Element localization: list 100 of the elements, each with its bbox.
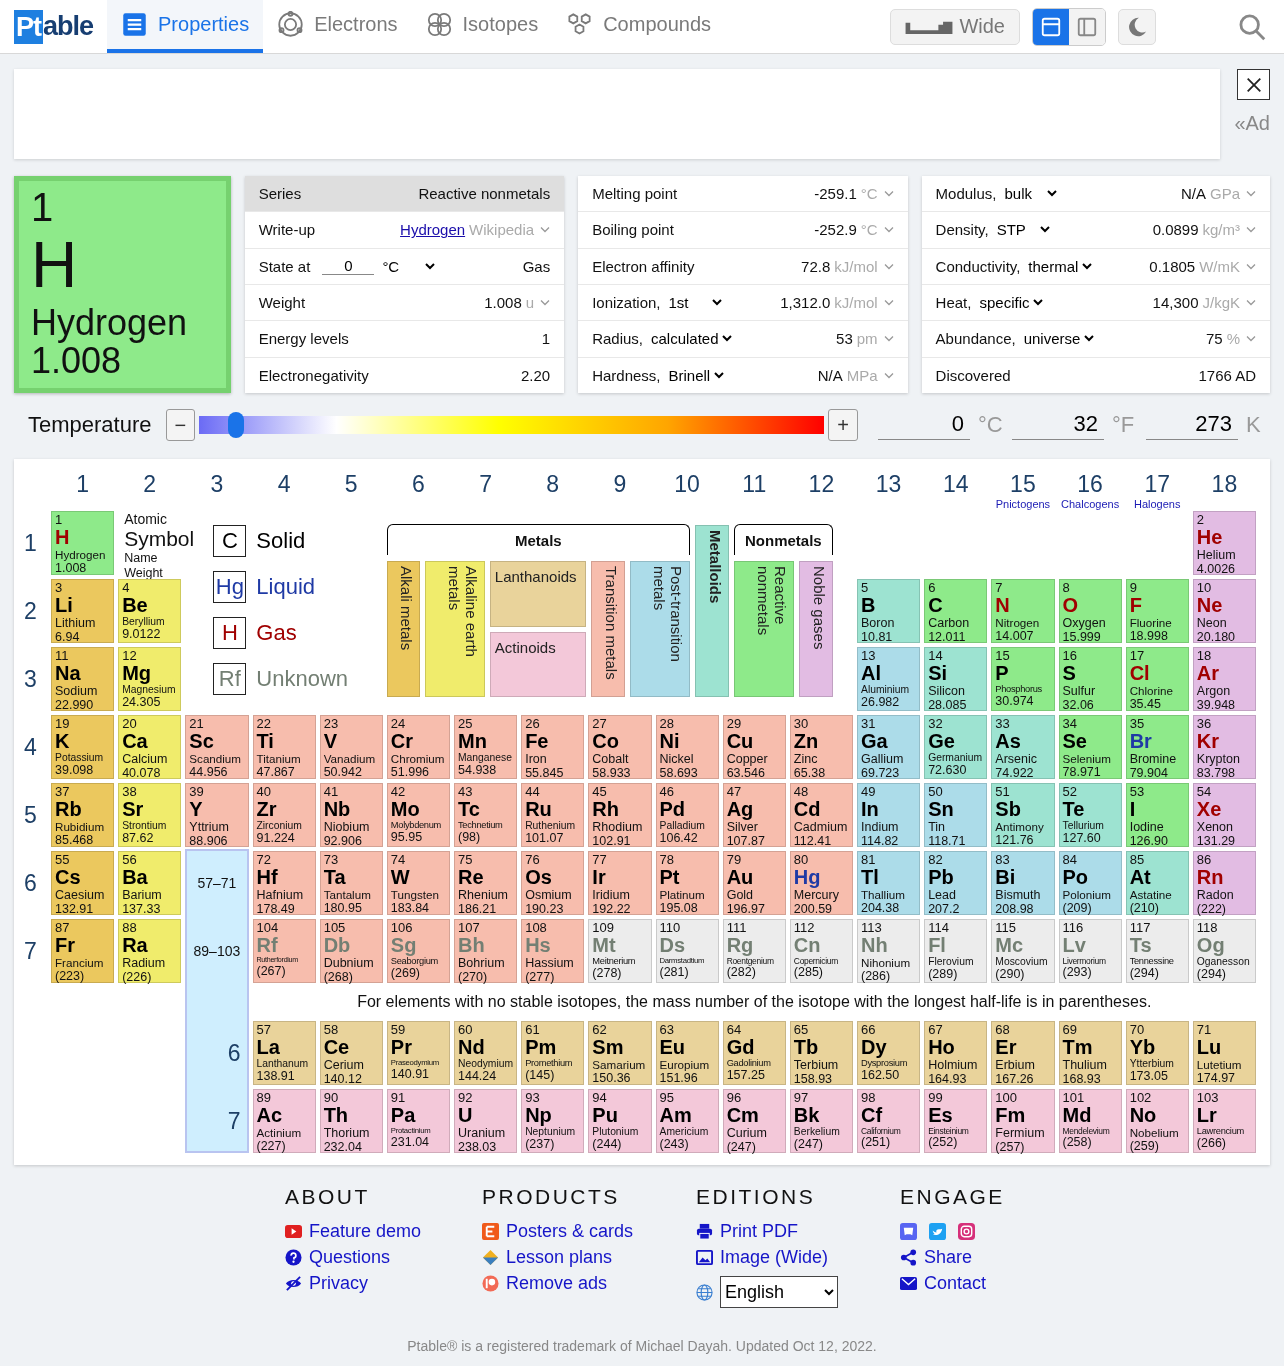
element-tile[interactable]: 108 Hs Hassium (277) [521, 919, 585, 983]
element-tile[interactable]: 106 Sg Seaborgium (269) [386, 919, 450, 983]
element-tile[interactable]: 102 No Nobelium (259) [1125, 1089, 1189, 1153]
caret-icon[interactable] [1246, 190, 1256, 198]
state-label[interactable]: Solid [256, 528, 306, 554]
group-number[interactable]: 13 [875, 471, 902, 498]
element-tile[interactable]: 31 Ga Gallium 69.723 [857, 715, 921, 779]
element-tile[interactable]: 34 Se Selenium 78.971 [1058, 715, 1122, 779]
group-number[interactable]: 3 [210, 471, 224, 498]
element-tile[interactable]: 57 La Lanthanum 138.91 [252, 1021, 316, 1085]
element-tile[interactable]: 81 Tl Thallium 204.38 [857, 851, 921, 915]
element-tile[interactable]: 4 Be Beryllium 9.0122 [118, 579, 182, 643]
element-tile[interactable]: 74 W Tungsten 183.84 [386, 851, 450, 915]
element-tile[interactable]: 69 Tm Thulium 168.93 [1058, 1021, 1122, 1085]
increase-button[interactable]: + [828, 409, 858, 441]
period-number[interactable]: 4 [14, 715, 47, 779]
element-tile[interactable]: 23 V Vanadium 50.942 [319, 715, 383, 779]
state-label[interactable]: Liquid [256, 574, 316, 600]
group-number[interactable]: 17 [1144, 471, 1171, 498]
period-number[interactable]: 1 [14, 511, 47, 575]
caret-icon[interactable] [540, 299, 551, 307]
element-tile[interactable]: 39 Y Yttrium 88.906 [185, 783, 249, 847]
element-tile[interactable]: 114 Fl Flerovium (289) [924, 919, 988, 983]
element-tile[interactable]: 9 F Fluorine 18.998 [1125, 579, 1189, 643]
language-select[interactable]: English [720, 1276, 838, 1308]
element-tile[interactable]: 44 Ru Ruthenium 101.07 [521, 783, 585, 847]
state-label[interactable]: Unknown [256, 666, 349, 692]
element-tile[interactable]: 46 Pd Palladium 106.42 [655, 783, 719, 847]
footer-link[interactable]: Image (Wide) [696, 1247, 900, 1268]
category-swatch[interactable]: Alkaline earth metals [424, 561, 485, 697]
element-tile[interactable]: 98 Cf Californium (251) [857, 1089, 921, 1153]
group-number[interactable]: 1 [76, 471, 89, 498]
element-tile[interactable]: 28 Ni Nickel 58.693 [655, 715, 719, 779]
group-number[interactable]: 12 [808, 471, 835, 498]
element-tile[interactable]: 86 Rn Radon (222) [1192, 851, 1256, 915]
element-tile[interactable]: 70 Yb Ytterbium 173.05 [1125, 1021, 1189, 1085]
element-tile[interactable]: 7 N Nitrogen 14.007 [991, 579, 1055, 643]
element-tile[interactable]: 62 Sm Samarium 150.36 [588, 1021, 652, 1085]
element-tile[interactable]: 51 Sb Antimony 121.76 [991, 783, 1055, 847]
element-tile[interactable]: 42 Mo Molybdenum 95.95 [386, 783, 450, 847]
period-number[interactable]: 2 [14, 579, 47, 643]
group-number[interactable]: 18 [1211, 471, 1238, 498]
state-symbol[interactable]: H [213, 617, 247, 649]
group-number[interactable]: 4 [277, 471, 291, 498]
element-tile[interactable]: 43 Tc Technetium (98) [454, 783, 518, 847]
period-number[interactable]: 5 [14, 783, 47, 847]
element-tile[interactable]: 77 Ir Iridium 192.22 [588, 851, 652, 915]
footer-link[interactable]: Feature demo [285, 1221, 482, 1242]
decrease-button[interactable]: − [165, 409, 196, 441]
close-button[interactable] [1237, 69, 1270, 100]
element-tile[interactable]: 2 He Helium 4.0026 [1192, 511, 1256, 575]
category-swatch[interactable]: Lanthanoids [489, 561, 586, 627]
footer-link[interactable]: Contact [900, 1273, 1060, 1294]
element-tile[interactable]: 95 Am Americium (243) [655, 1089, 719, 1153]
group-number[interactable]: 14 [942, 471, 969, 498]
element-tile[interactable]: 118 Og Oganesson (294) [1192, 919, 1256, 983]
category-swatch[interactable]: Alkali metals [386, 561, 420, 697]
element-tile[interactable]: 68 Er Erbium 167.26 [991, 1021, 1055, 1085]
element-tile[interactable]: 97 Bk Berkelium (247) [789, 1089, 853, 1153]
caret-icon[interactable] [1246, 226, 1256, 234]
element-tile[interactable]: 14 Si Silicon 28.085 [924, 647, 988, 711]
group-number[interactable]: 8 [546, 471, 560, 498]
element-tile[interactable]: 60 Nd Neodymium 144.24 [454, 1021, 518, 1085]
element-tile[interactable]: 76 Os Osmium 190.23 [521, 851, 585, 915]
group-name[interactable]: Chalcogens [1061, 498, 1120, 510]
element-tile[interactable]: 90 Th Thorium 232.04 [319, 1089, 383, 1153]
bird-icon[interactable] [929, 1223, 946, 1240]
element-tile[interactable]: 22 Ti Titanium 47.867 [252, 715, 316, 779]
category-swatch[interactable]: Reactive nonmetals [733, 561, 794, 697]
group-number[interactable]: 16 [1077, 471, 1103, 498]
element-tile[interactable]: 94 Pu Plutonium (244) [588, 1089, 652, 1153]
element-tile[interactable]: 78 Pt Platinum 195.08 [655, 851, 719, 915]
element-tile[interactable]: 105 Db Dubnium (268) [319, 919, 383, 983]
element-tile[interactable]: 100 Fm Fermium (257) [991, 1089, 1055, 1153]
element-tile[interactable]: 33 As Arsenic 74.922 [991, 715, 1055, 779]
element-tile[interactable]: 66 Dy Dysprosium 162.50 [857, 1021, 921, 1085]
group-number[interactable]: 7 [479, 471, 492, 498]
element-tile[interactable]: 75 Re Rhenium 186.21 [454, 851, 518, 915]
category-swatch[interactable]: Post-transition metals [629, 561, 690, 697]
element-tile[interactable]: 25 Mn Manganese 54.938 [454, 715, 518, 779]
group-number[interactable]: 11 [742, 471, 767, 498]
period-number[interactable]: 3 [14, 647, 47, 711]
element-tile[interactable]: 53 I Iodine 126.90 [1125, 783, 1189, 847]
element-tile[interactable]: 3 Li Lithium 6.94 [51, 579, 115, 643]
period-number[interactable]: 7 [14, 919, 47, 983]
element-tile[interactable]: 93 Np Neptunium (237) [521, 1089, 585, 1153]
slider-thumb[interactable] [227, 412, 244, 438]
element-tile[interactable]: 54 Xe Xenon 131.29 [1192, 783, 1256, 847]
element-tile[interactable]: 89 Ac Actinium (227) [252, 1089, 316, 1153]
footer-link[interactable]: Posters & cards [482, 1221, 696, 1242]
element-tile[interactable]: 50 Sn Tin 118.71 [924, 783, 988, 847]
element-tile[interactable]: 116 Lv Livermorium (293) [1058, 919, 1122, 983]
footer-link[interactable]: Questions [285, 1247, 482, 1268]
caret-icon[interactable] [883, 262, 894, 270]
caret-icon[interactable] [883, 299, 894, 307]
search-icon[interactable] [1238, 12, 1266, 41]
element-tile[interactable]: 11 Na Sodium 22.990 [51, 647, 115, 711]
element-range[interactable]: 57–71 [187, 851, 247, 915]
element-tile[interactable]: 73 Ta Tantalum 180.95 [319, 851, 383, 915]
wide-button[interactable]: Wide [890, 8, 1020, 45]
